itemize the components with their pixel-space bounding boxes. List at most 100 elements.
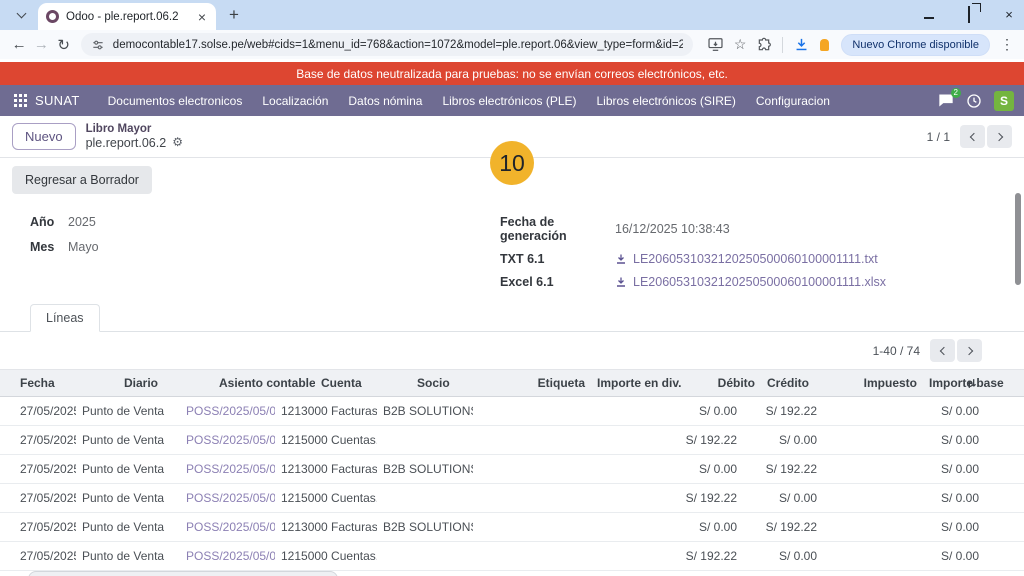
column-header[interactable]: Cuenta (315, 376, 411, 390)
navbar-menu-item[interactable]: Datos nómina (338, 94, 432, 108)
table-header-row: FechaDiarioAsiento contableCuentaSocioEt… (0, 369, 1024, 397)
cell-asiento-link[interactable]: POSS/2025/05/0... (180, 462, 275, 476)
column-header[interactable]: Etiqueta (507, 376, 591, 390)
cell-importe-base: S/ 0.00 (901, 549, 985, 563)
table-row[interactable]: 27/05/2025 Punto de Venta POSS/2025/05/0… (0, 426, 1024, 455)
horizontal-scrollbar-partial[interactable] (28, 571, 338, 576)
file-field-label: TXT 6.1 (500, 252, 615, 266)
apps-grid-icon[interactable] (14, 94, 27, 107)
cell-debito: S/ 192.22 (653, 491, 743, 505)
new-record-button[interactable]: Nuevo (12, 123, 76, 150)
cell-debito: S/ 0.00 (653, 462, 743, 476)
year-label: Año (30, 215, 68, 229)
record-pager-previous-button[interactable] (960, 125, 985, 148)
column-header[interactable]: Fecha (14, 376, 118, 390)
cell-cuenta: 1215000 Cuentas... (275, 491, 377, 505)
year-value[interactable]: 2025 (68, 215, 96, 229)
file-download-link[interactable]: LE2060531032120250500060100001111.xlsx (615, 275, 886, 289)
messages-icon[interactable]: 2 (938, 93, 954, 108)
cell-diario: Punto de Venta (76, 462, 180, 476)
window-close-button[interactable]: × (1002, 7, 1016, 22)
cell-credito: S/ 192.22 (743, 462, 823, 476)
forward-button[interactable]: → (32, 33, 50, 57)
column-header[interactable]: Importe en div... (591, 376, 681, 390)
navbar-menu-item[interactable]: Libros electrónicos (PLE) (432, 94, 586, 108)
vertical-scrollbar-thumb[interactable] (1015, 193, 1021, 285)
navbar-menu: Documentos electronicosLocalizaciónDatos… (98, 94, 840, 108)
column-header[interactable]: Débito (681, 376, 761, 390)
column-header[interactable]: Asiento contable (213, 376, 315, 390)
chrome-update-button[interactable]: Nuevo Chrome disponible (841, 34, 990, 56)
table-row[interactable]: 27/05/2025 Punto de Venta POSS/2025/05/0… (0, 542, 1024, 571)
back-to-draft-button[interactable]: Regresar a Borrador (12, 166, 152, 194)
table-row[interactable]: 27/05/2025 Punto de Venta POSS/2025/05/0… (0, 397, 1024, 426)
cell-fecha: 27/05/2025 (14, 404, 76, 418)
app-brand[interactable]: SUNAT (35, 93, 80, 108)
notebook-tabs: Líneas (0, 301, 1024, 332)
cell-asiento-link[interactable]: POSS/2025/05/0... (180, 520, 275, 534)
send-to-device-icon[interactable] (707, 37, 724, 52)
back-button[interactable]: ← (10, 33, 28, 57)
extensions-puzzle-icon[interactable] (756, 37, 772, 53)
cell-asiento-link[interactable]: POSS/2025/05/0... (180, 491, 275, 505)
messages-badge: 2 (951, 88, 961, 98)
form-sheet: Año 2025 Mes Mayo Fecha de generación 16… (0, 201, 1024, 301)
column-header[interactable]: Socio (411, 376, 507, 390)
cell-importe-base: S/ 0.00 (901, 462, 985, 476)
site-settings-icon[interactable] (91, 38, 105, 52)
new-tab-button[interactable]: + (222, 3, 246, 27)
column-header[interactable]: Importe base (923, 376, 959, 390)
cell-socio: B2B SOLUTIONS ... (377, 462, 473, 476)
click-marker-badge: 10 (490, 141, 534, 185)
extension-pin-icon[interactable] (820, 39, 829, 51)
file-download-icon (615, 276, 627, 288)
cell-credito: S/ 0.00 (743, 491, 823, 505)
cell-cuenta: 1213000 Facturas... (275, 462, 377, 476)
tab-search-icon[interactable] (8, 2, 34, 28)
reload-button[interactable]: ↻ (55, 33, 73, 57)
list-pager-next-button[interactable] (957, 339, 982, 362)
cell-debito: S/ 192.22 (653, 549, 743, 563)
cell-asiento-link[interactable]: POSS/2025/05/0... (180, 549, 275, 563)
url-bar[interactable]: democontable17.solse.pe/web#cids=1&menu_… (81, 33, 693, 56)
cell-credito: S/ 0.00 (743, 433, 823, 447)
user-avatar[interactable]: S (994, 91, 1014, 111)
file-download-link[interactable]: LE2060531032120250500060100001111.txt (615, 252, 878, 266)
navbar-menu-item[interactable]: Localización (252, 94, 338, 108)
activities-clock-icon[interactable] (966, 93, 982, 109)
tab-lineas[interactable]: Líneas (30, 304, 100, 332)
window-restore-button[interactable] (962, 7, 976, 22)
month-label: Mes (30, 240, 68, 254)
list-pager-previous-button[interactable] (930, 339, 955, 362)
cell-asiento-link[interactable]: POSS/2025/05/0... (180, 433, 275, 447)
cell-asiento-link[interactable]: POSS/2025/05/0... (180, 404, 275, 418)
file-download-icon (615, 253, 627, 265)
browser-titlebar: Odoo - ple.report.06.2 × + × (0, 0, 1024, 30)
breadcrumb-model: ple.report.06.2 (86, 136, 167, 150)
window-minimize-button[interactable] (922, 7, 936, 22)
navbar-menu-item[interactable]: Libros electrónicos (SIRE) (587, 94, 746, 108)
column-header[interactable]: Impuesto (839, 376, 923, 390)
table-row[interactable]: 27/05/2025 Punto de Venta POSS/2025/05/0… (0, 455, 1024, 484)
settings-gear-icon[interactable]: ⚙ (172, 136, 183, 150)
navbar-menu-item[interactable]: Configuracion (746, 94, 840, 108)
record-pager-next-button[interactable] (987, 125, 1012, 148)
cell-fecha: 27/05/2025 (14, 433, 76, 447)
breadcrumb-title[interactable]: Libro Mayor (86, 123, 183, 136)
cell-debito: S/ 0.00 (653, 404, 743, 418)
column-header[interactable]: Diario (118, 376, 213, 390)
chrome-menu-icon[interactable]: ⋮ (1000, 36, 1014, 53)
month-value[interactable]: Mayo (68, 240, 99, 254)
download-icon[interactable] (793, 36, 810, 53)
navbar-menu-item[interactable]: Documentos electronicos (98, 94, 253, 108)
column-header[interactable]: Crédito (761, 376, 839, 390)
cell-fecha: 27/05/2025 (14, 462, 76, 476)
tab-close-icon[interactable]: × (196, 9, 208, 25)
table-row[interactable]: 27/05/2025 Punto de Venta POSS/2025/05/0… (0, 513, 1024, 542)
browser-tab[interactable]: Odoo - ple.report.06.2 × (38, 3, 216, 30)
url-text: democontable17.solse.pe/web#cids=1&menu_… (113, 39, 683, 51)
bookmark-star-icon[interactable]: ☆ (734, 36, 747, 53)
optional-columns-icon[interactable] (959, 377, 984, 390)
cell-diario: Punto de Venta (76, 520, 180, 534)
table-row[interactable]: 27/05/2025 Punto de Venta POSS/2025/05/0… (0, 484, 1024, 513)
